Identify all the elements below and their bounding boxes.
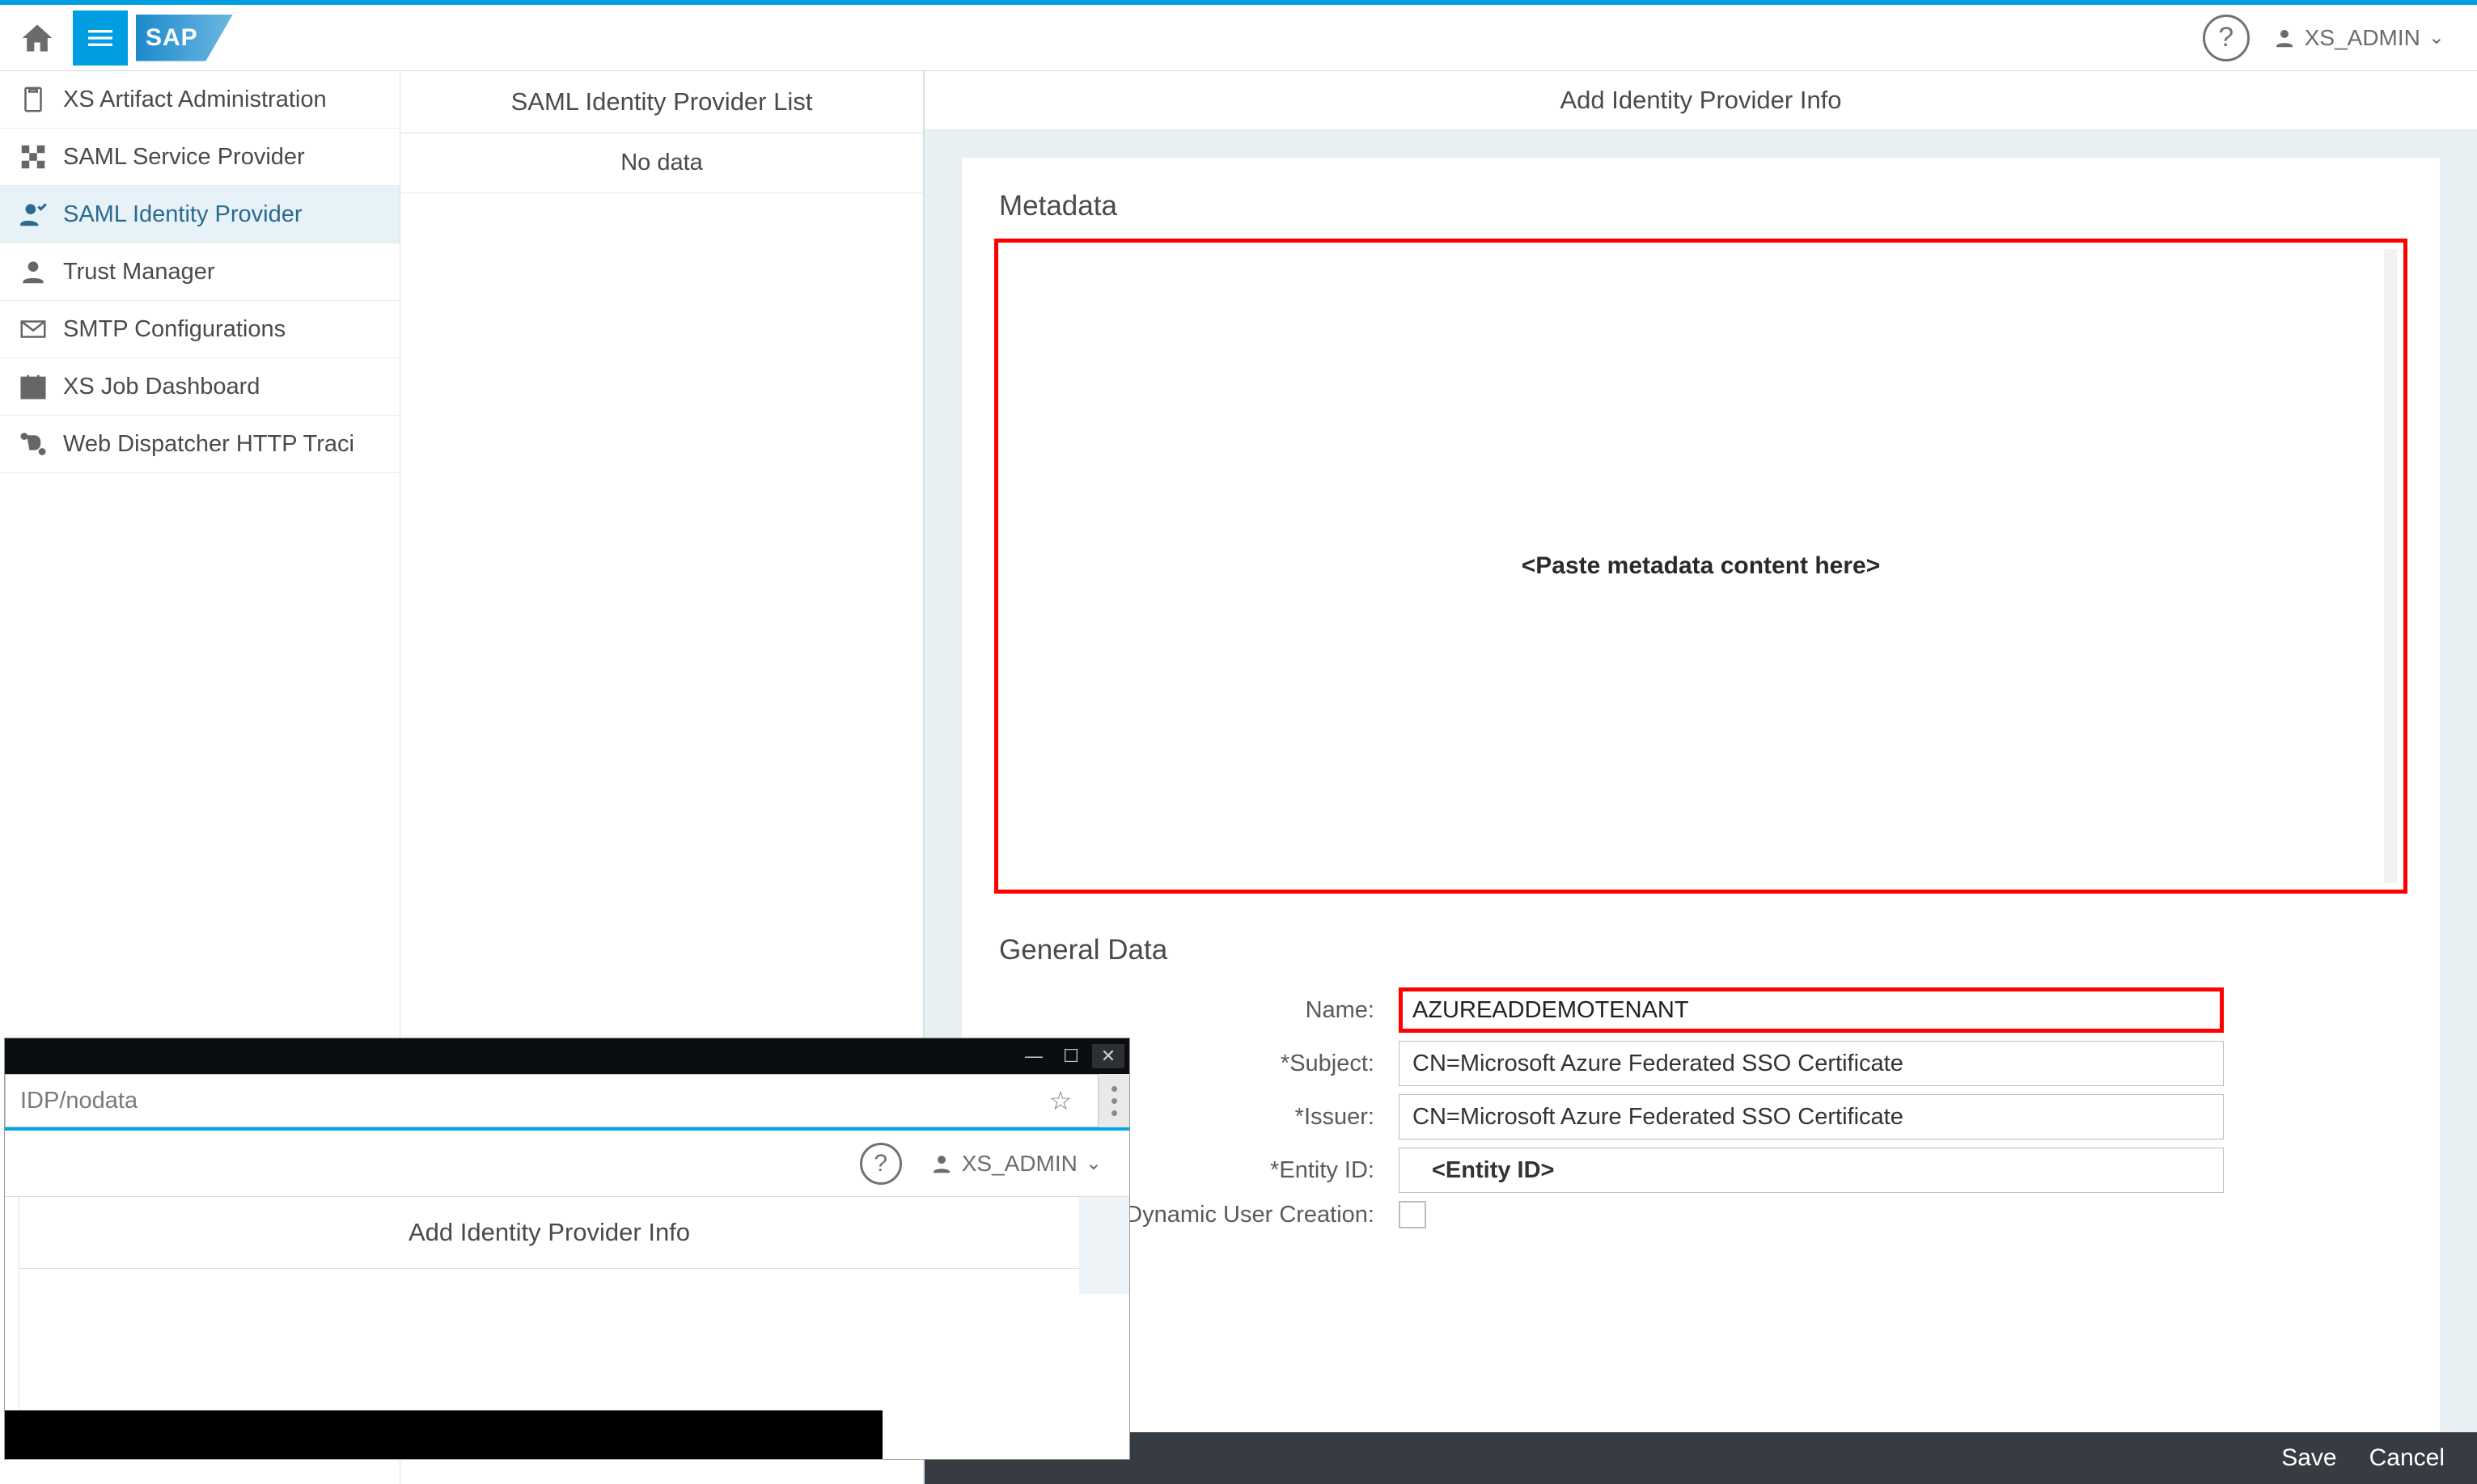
window-close-button[interactable]: ✕ bbox=[1092, 1044, 1124, 1068]
row-subject: *Subject: bbox=[994, 1041, 2407, 1086]
sap-logo: SAP bbox=[136, 15, 233, 61]
cancel-button[interactable]: Cancel bbox=[2369, 1444, 2445, 1472]
idp-detail-panel: Add Identity Provider Info Metadata <Pas… bbox=[925, 71, 2477, 1484]
row-name: Name: bbox=[994, 987, 2407, 1033]
sidebar-item-label: XS Artifact Administration bbox=[63, 87, 327, 113]
window-titlebar[interactable]: — ☐ ✕ bbox=[5, 1038, 1129, 1074]
chevron-down-icon: ⌄ bbox=[1086, 1152, 1102, 1175]
sidebar-item-label: XS Job Dashboard bbox=[63, 374, 260, 400]
sidebar-item-trust-manager[interactable]: Trust Manager bbox=[0, 243, 400, 301]
input-issuer[interactable] bbox=[1399, 1094, 2224, 1139]
user-menu[interactable]: XS_ADMIN ⌄ bbox=[2266, 22, 2451, 54]
route-icon bbox=[18, 429, 49, 459]
person-check-icon bbox=[18, 199, 49, 230]
help-button[interactable]: ? bbox=[2203, 15, 2250, 61]
secondary-right-strip bbox=[1079, 1197, 1129, 1294]
person-icon bbox=[18, 256, 49, 287]
input-name[interactable] bbox=[1399, 987, 2224, 1033]
clipboard-icon bbox=[18, 84, 49, 115]
section-metadata-title: Metadata bbox=[999, 190, 2407, 222]
idp-detail-title: Add Identity Provider Info bbox=[925, 71, 2477, 130]
input-subject[interactable] bbox=[1399, 1041, 2224, 1086]
checkbox-dynamic-user[interactable] bbox=[1399, 1201, 1426, 1228]
address-bar[interactable]: IDP/nodata ☆ bbox=[5, 1074, 1099, 1127]
sidebar-item-xs-job-dashboard[interactable]: XS Job Dashboard bbox=[0, 358, 400, 416]
sidebar-item-label: Trust Manager bbox=[63, 259, 215, 285]
calendar-icon bbox=[18, 371, 49, 402]
sidebar-item-smtp-config[interactable]: SMTP Configurations bbox=[0, 301, 400, 358]
idp-list-empty: No data bbox=[400, 133, 923, 193]
sidebar-item-label: Web Dispatcher HTTP Traci bbox=[63, 431, 354, 458]
label-name: Name: bbox=[994, 997, 1382, 1024]
secondary-window: — ☐ ✕ IDP/nodata ☆ ? XS_ADMIN ⌄ Add Iden… bbox=[5, 1038, 1129, 1459]
row-dynamic-user: Dynamic User Creation: bbox=[994, 1201, 2407, 1228]
secondary-bottom-blackbar bbox=[5, 1410, 883, 1459]
sidebar-item-saml-identity-provider[interactable]: SAML Identity Provider bbox=[0, 186, 400, 243]
bookmark-star-icon[interactable]: ☆ bbox=[1038, 1085, 1083, 1116]
chevron-down-icon: ⌄ bbox=[2428, 26, 2445, 49]
metadata-placeholder: <Paste metadata content here> bbox=[1522, 552, 1881, 580]
row-entity-id: *Entity ID: bbox=[994, 1148, 2407, 1193]
sidebar-item-label: SAML Service Provider bbox=[63, 144, 305, 171]
sidebar-item-web-dispatcher[interactable]: Web Dispatcher HTTP Traci bbox=[0, 416, 400, 473]
address-text: IDP/nodata bbox=[20, 1088, 138, 1114]
row-issuer: *Issuer: bbox=[994, 1094, 2407, 1139]
secondary-panel-title: Add Identity Provider Info bbox=[19, 1197, 1079, 1269]
action-footer: Save Cancel bbox=[925, 1432, 2477, 1484]
grid-icon bbox=[18, 142, 49, 172]
user-name: XS_ADMIN bbox=[2305, 25, 2420, 51]
sidebar-item-label: SMTP Configurations bbox=[63, 316, 286, 343]
help-button-secondary[interactable]: ? bbox=[860, 1143, 902, 1185]
save-button[interactable]: Save bbox=[2281, 1444, 2336, 1472]
metadata-textarea[interactable]: <Paste metadata content here> bbox=[994, 239, 2407, 894]
secondary-toolbar: ? XS_ADMIN ⌄ bbox=[5, 1131, 1129, 1197]
app-header: SAP ? XS_ADMIN ⌄ bbox=[0, 5, 2477, 71]
sidebar-item-saml-service-provider[interactable]: SAML Service Provider bbox=[0, 129, 400, 186]
menu-toggle-button[interactable] bbox=[73, 11, 128, 66]
browser-menu-button[interactable] bbox=[1099, 1074, 1129, 1127]
window-minimize-button[interactable]: — bbox=[1018, 1044, 1050, 1068]
mail-icon bbox=[18, 314, 49, 345]
user-menu-secondary[interactable]: XS_ADMIN ⌄ bbox=[923, 1148, 1108, 1180]
user-name-secondary: XS_ADMIN bbox=[962, 1151, 1078, 1177]
sidebar-item-label: SAML Identity Provider bbox=[63, 201, 303, 228]
idp-list-title: SAML Identity Provider List bbox=[400, 71, 923, 133]
section-general-title: General Data bbox=[999, 934, 2407, 966]
input-entity-id[interactable] bbox=[1399, 1148, 2224, 1193]
window-maximize-button[interactable]: ☐ bbox=[1055, 1044, 1087, 1068]
sidebar-item-xs-artifact-admin[interactable]: XS Artifact Administration bbox=[0, 71, 400, 129]
home-button[interactable] bbox=[10, 11, 65, 66]
